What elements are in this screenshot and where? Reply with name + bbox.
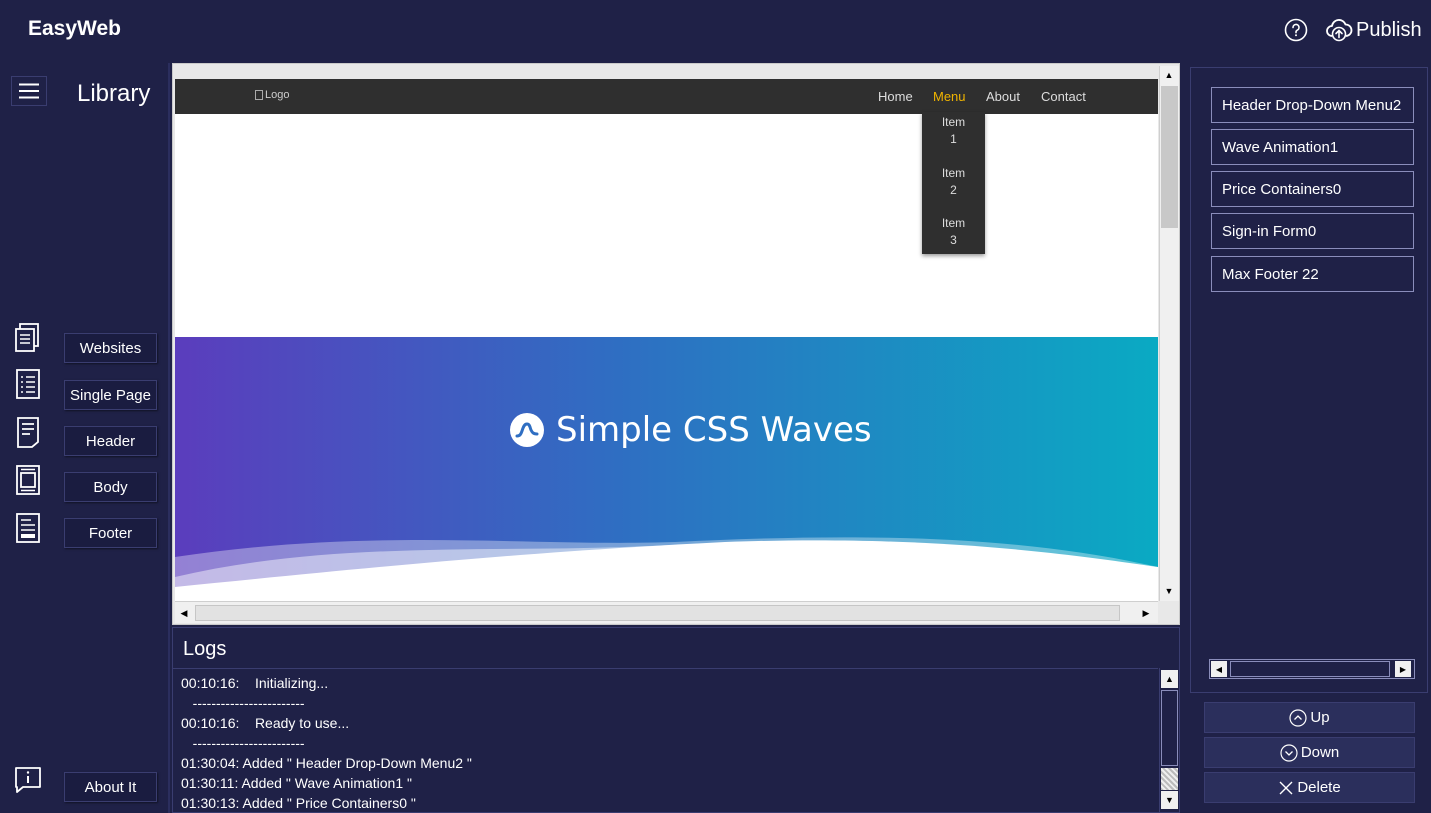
website-preview[interactable]: Logo Home Menu About Contact Item 1 Item… [172, 63, 1180, 625]
footer-button[interactable]: Footer [64, 518, 157, 548]
move-down-button[interactable]: Down [1204, 737, 1415, 768]
body-button[interactable]: Body [64, 472, 157, 502]
hscroll-thumb[interactable] [195, 605, 1120, 621]
preview-logo: Logo [255, 89, 289, 101]
component-item[interactable]: Header Drop-Down Menu2 [1211, 87, 1414, 123]
dropdown-item-2[interactable]: Item 2 [922, 165, 985, 199]
scroll-right-arrow-icon[interactable]: ▶ [1137, 604, 1155, 622]
wave-logo-icon [510, 413, 544, 447]
chevron-down-circle-icon [1280, 743, 1298, 762]
publish-button[interactable]: Publish [1325, 15, 1422, 45]
nav-link-menu[interactable]: Menu [933, 89, 966, 104]
single-page-button[interactable]: Single Page [64, 380, 157, 410]
websites-button[interactable]: Websites [64, 333, 157, 363]
nav-link-home[interactable]: Home [878, 89, 913, 104]
log-line: 00:10:16: Initializing... [181, 675, 329, 691]
preview-horizontal-scrollbar[interactable]: ◀ ▶ [175, 601, 1158, 623]
component-item[interactable]: Price Containers0 [1211, 171, 1414, 207]
scroll-down-arrow-icon[interactable]: ▼ [1160, 582, 1178, 600]
delete-button[interactable]: Delete [1204, 772, 1415, 803]
component-item[interactable]: Max Footer 22 [1211, 256, 1414, 292]
logs-title: Logs [183, 638, 227, 660]
header-icon[interactable] [13, 415, 43, 449]
footer-icon[interactable] [13, 511, 43, 545]
log-line: 01:30:11: Added " Wave Animation1 " [181, 775, 412, 791]
logs-scroll-down-icon[interactable]: ▼ [1161, 791, 1178, 809]
logs-scroll-thumb[interactable] [1161, 768, 1178, 790]
preview-navbar: Logo Home Menu About Contact [175, 79, 1158, 114]
about-icon[interactable] [13, 763, 43, 797]
publish-label: Publish [1356, 18, 1422, 41]
move-down-label: Down [1300, 744, 1340, 761]
logs-scroll-up-icon[interactable]: ▲ [1161, 670, 1178, 688]
close-icon [1279, 781, 1293, 794]
log-line: ------------------------ [181, 735, 305, 751]
components-scroll-left-icon[interactable]: ◀ [1211, 661, 1227, 677]
single-page-icon[interactable] [13, 367, 43, 401]
scroll-left-arrow-icon[interactable]: ◀ [175, 604, 193, 622]
top-bar: EasyWeb Publish [0, 0, 1431, 62]
logs-scroll-track[interactable] [1161, 690, 1178, 766]
logs-panel: Logs 00:10:16: Initializing... ---------… [172, 627, 1180, 813]
about-button[interactable]: About It [64, 772, 157, 802]
chevron-up-circle-icon [1289, 708, 1308, 727]
help-icon[interactable] [1284, 18, 1308, 42]
nav-link-about[interactable]: About [986, 89, 1020, 104]
app-title: EasyWeb [28, 17, 121, 40]
delete-label: Delete [1297, 779, 1341, 796]
logs-scrollbar[interactable]: ▲ ▼ [1159, 668, 1179, 812]
preview-blank-area [175, 114, 1158, 337]
nav-dropdown-menu: Item 1 Item 2 Item 3 [922, 112, 985, 254]
hamburger-menu-icon[interactable] [11, 76, 47, 106]
logo-alt-text: Logo [265, 89, 290, 101]
dropdown-item-1[interactable]: Item 1 [922, 114, 985, 148]
nav-link-contact[interactable]: Contact [1041, 89, 1086, 104]
components-scroll-right-icon[interactable]: ▶ [1395, 661, 1411, 677]
websites-icon[interactable] [13, 320, 43, 354]
log-line: ------------------------ [181, 695, 305, 711]
wave-decoration [175, 537, 1158, 601]
dropdown-item-3[interactable]: Item 3 [922, 215, 985, 249]
components-horizontal-scrollbar[interactable]: ◀ ▶ [1209, 659, 1415, 679]
preview-vertical-scrollbar[interactable]: ▲ ▼ [1159, 66, 1179, 601]
library-panel: Library Websites Single Page Header Body… [0, 63, 170, 813]
component-item[interactable]: Sign-in Form0 [1211, 213, 1414, 249]
component-item[interactable]: Wave Animation1 [1211, 129, 1414, 165]
move-up-button[interactable]: Up [1204, 702, 1415, 733]
components-scroll-thumb[interactable] [1230, 661, 1390, 677]
log-line: 01:30:04: Added " Header Drop-Down Menu2… [181, 755, 472, 771]
added-components-panel: Header Drop-Down Menu2 Wave Animation1 P… [1190, 67, 1428, 693]
broken-image-icon [255, 90, 263, 100]
scroll-thumb[interactable] [1161, 86, 1178, 228]
header-button[interactable]: Header [64, 426, 157, 456]
hero-title: Simple CSS Waves [510, 410, 872, 450]
move-up-label: Up [1310, 709, 1330, 726]
scroll-up-arrow-icon[interactable]: ▲ [1160, 66, 1178, 84]
body-icon[interactable] [13, 463, 43, 497]
logs-body: 00:10:16: Initializing... --------------… [173, 668, 1158, 813]
log-line: 01:30:13: Added " Price Containers0 " [181, 795, 416, 811]
wave-hero-section: Simple CSS Waves [175, 337, 1158, 601]
log-line: 00:10:16: Ready to use... [181, 715, 350, 731]
library-title: Library [77, 80, 151, 107]
cloud-upload-icon [1326, 19, 1353, 42]
